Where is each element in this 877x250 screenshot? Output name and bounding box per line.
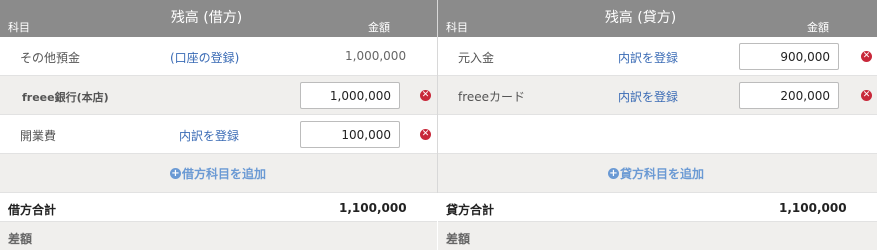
x-circle-icon[interactable]: ✕ [861, 51, 872, 62]
credit-total-label: 貸方合計 [446, 203, 495, 217]
credit-row-account: freeeカード [458, 90, 526, 104]
credit-header: 残高 (貸方) 科目 金額 [438, 0, 877, 37]
credit-row-account: 元入金 [458, 51, 495, 65]
credit-empty-row [438, 115, 877, 154]
plus-circle-icon: + [170, 168, 181, 179]
register-breakdown-link[interactable]: 内訳を登録 [179, 127, 239, 144]
debit-total-label: 借方合計 [8, 203, 57, 217]
debit-row: その他預金 (口座の登録) 1,000,000 [0, 37, 437, 76]
add-credit-account-label: 貸方科目を追加 [620, 167, 705, 181]
debit-total-row: 借方合計 1,100,000 [0, 193, 437, 222]
debit-row-account: その他預金 [20, 51, 81, 65]
credit-row: 元入金 内訳を登録 ✕ [438, 37, 877, 76]
register-breakdown-link[interactable]: 内訳を登録 [618, 88, 678, 105]
credit-account-column-header: 科目 [446, 21, 468, 34]
debit-amount-column-header: 金額 [368, 21, 390, 34]
credit-title: 残高 (貸方) [604, 10, 677, 26]
credit-difference-label: 差額 [446, 232, 471, 246]
credit-total-value: 1,100,000 [779, 201, 847, 215]
credit-row: freeeカード 内訳を登録 ✕ [438, 76, 877, 115]
credit-total-row: 貸方合計 1,100,000 [438, 193, 877, 222]
add-credit-account-button[interactable]: + 貸方科目を追加 [608, 165, 704, 182]
credit-panel: 残高 (貸方) 科目 金額 元入金 内訳を登録 ✕ freeeカード 内訳を登録… [438, 0, 877, 250]
credit-amount-column-header: 金額 [807, 21, 829, 34]
debit-amount-input[interactable] [300, 82, 400, 109]
credit-amount-input[interactable] [739, 43, 839, 70]
debit-header: 残高 (借方) 科目 金額 [0, 0, 437, 37]
x-circle-icon[interactable]: ✕ [420, 90, 431, 101]
debit-difference-row: 差額 [0, 222, 437, 250]
debit-amount-input[interactable] [300, 121, 400, 148]
debit-row: 開業費 内訳を登録 ✕ [0, 115, 437, 154]
credit-difference-row: 差額 [438, 222, 877, 250]
add-debit-account-label: 借方科目を追加 [182, 167, 267, 181]
debit-title: 残高 (借方) [170, 10, 243, 26]
debit-row-amount: 1,000,000 [345, 49, 407, 63]
register-breakdown-link[interactable]: 内訳を登録 [618, 49, 678, 66]
debit-panel: 残高 (借方) 科目 金額 その他預金 (口座の登録) 1,000,000 fr… [0, 0, 437, 250]
debit-row-account: freee銀行(本店) [22, 91, 109, 104]
debit-add-row: + 借方科目を追加 [0, 154, 437, 193]
x-circle-icon[interactable]: ✕ [861, 90, 872, 101]
credit-add-row: + 貸方科目を追加 [438, 154, 877, 193]
debit-account-column-header: 科目 [8, 21, 30, 34]
credit-amount-input[interactable] [739, 82, 839, 109]
debit-row-account: 開業費 [20, 129, 57, 143]
plus-circle-icon: + [608, 168, 619, 179]
add-debit-account-button[interactable]: + 借方科目を追加 [170, 165, 266, 182]
debit-difference-label: 差額 [8, 232, 33, 246]
debit-total-value: 1,100,000 [339, 201, 407, 215]
debit-row: freee銀行(本店) ✕ [0, 76, 437, 115]
x-circle-icon[interactable]: ✕ [420, 129, 431, 140]
register-account-link[interactable]: (口座の登録) [170, 49, 239, 66]
